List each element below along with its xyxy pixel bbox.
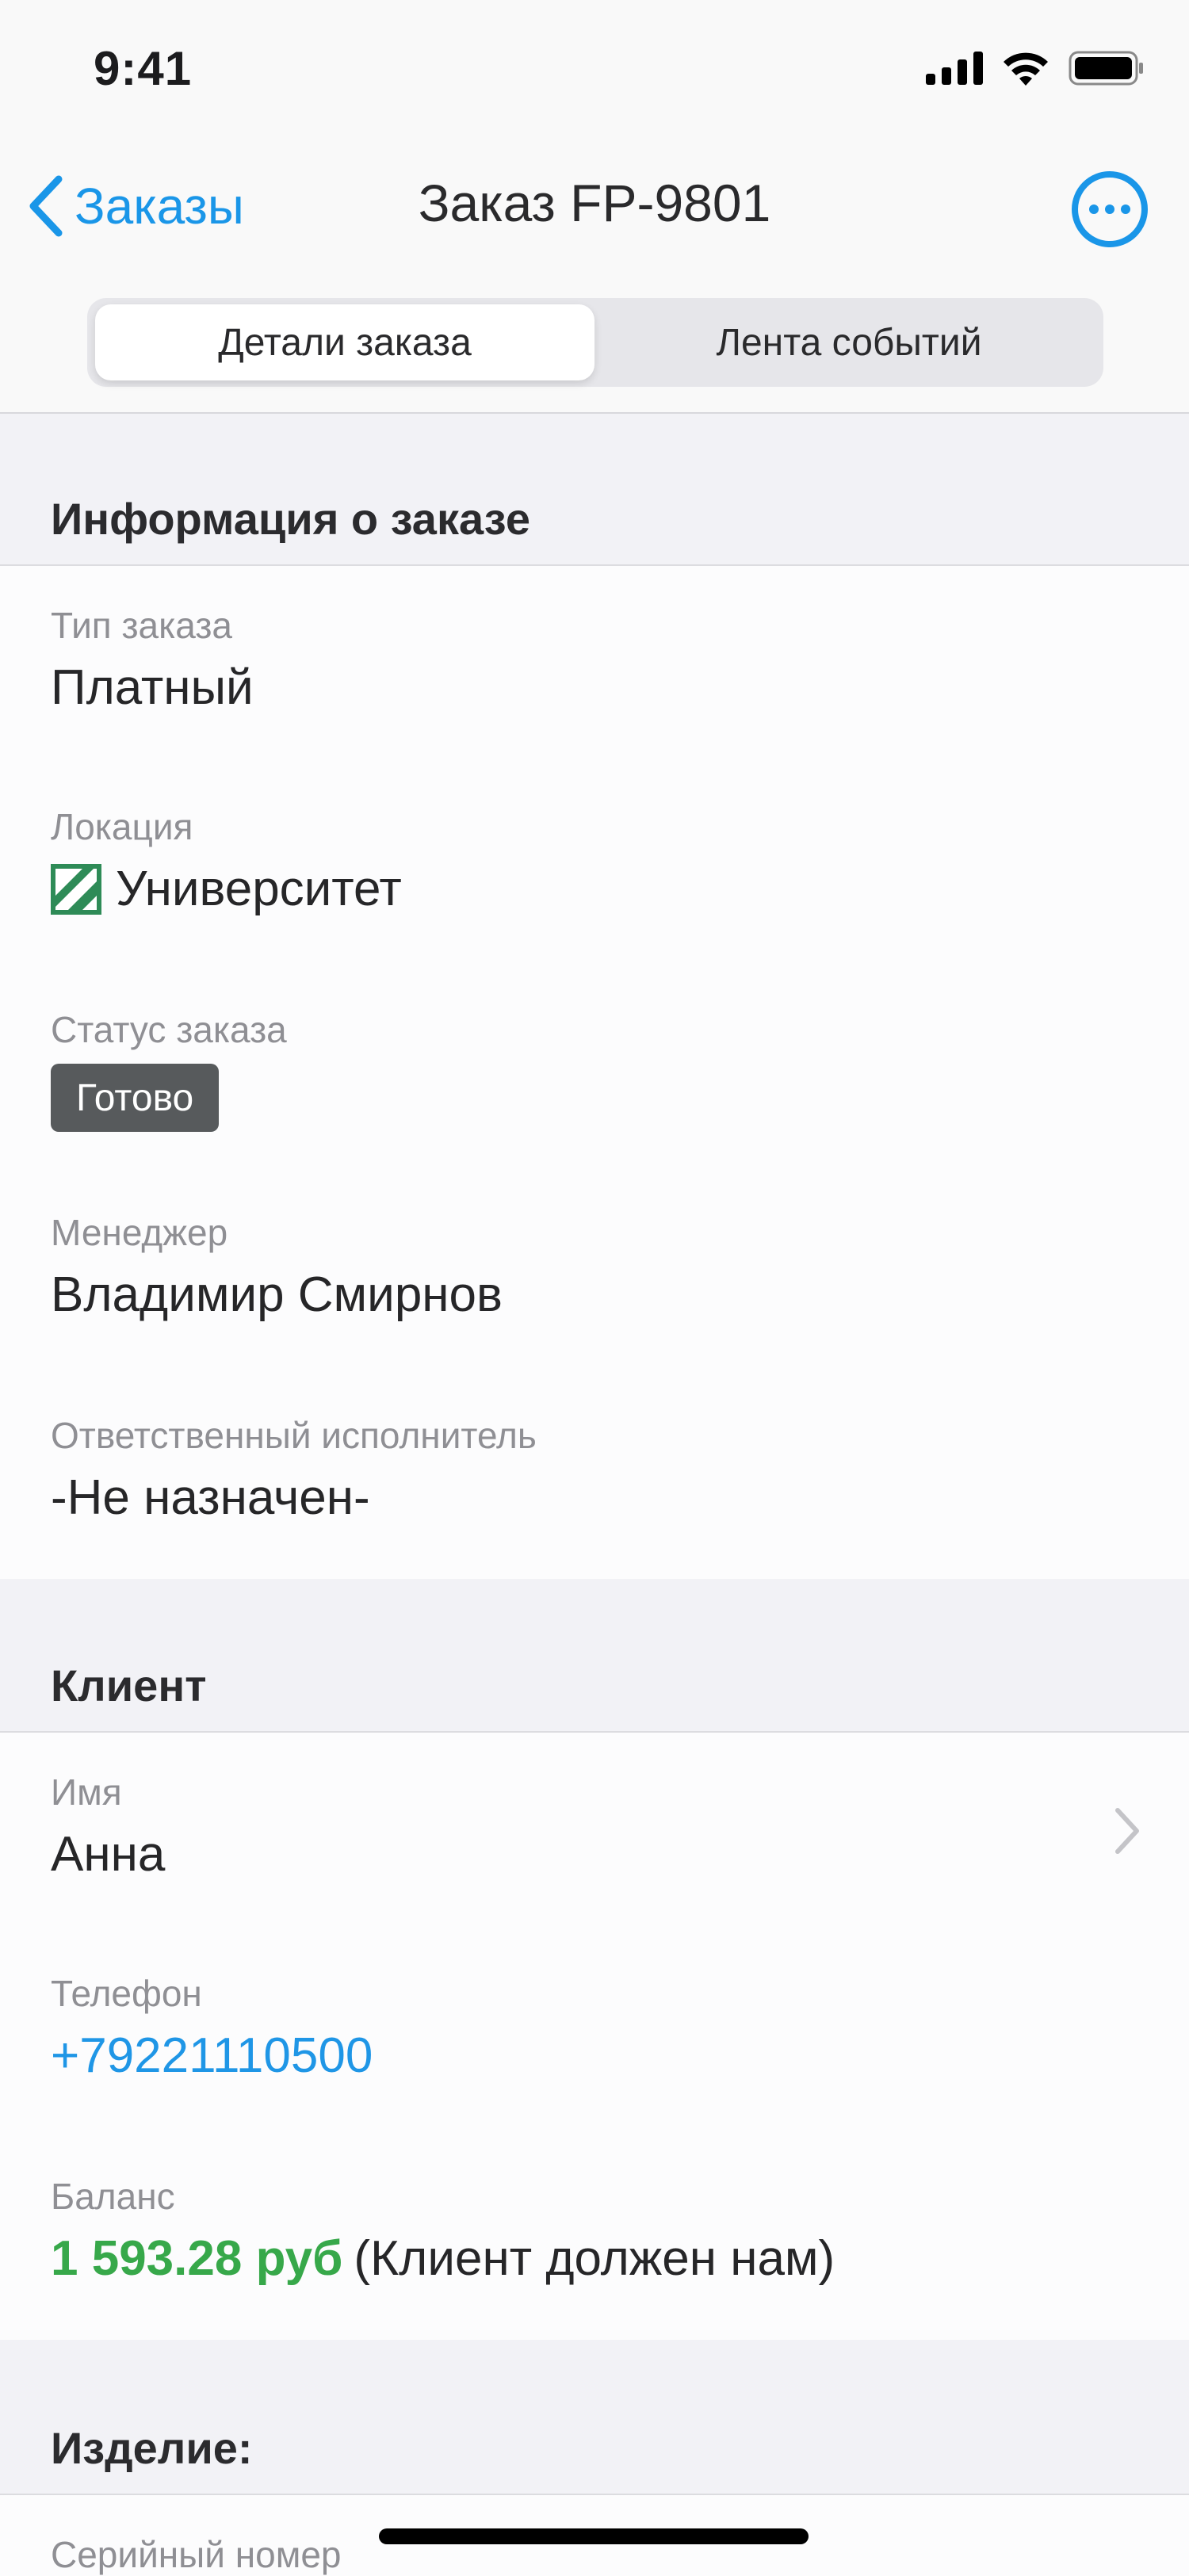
segmented-control: Детали заказа Лента событий — [87, 298, 1103, 387]
serial-number-label: Серийный номер — [51, 2534, 342, 2575]
manager-value: Владимир Смирнов — [51, 1267, 503, 1323]
client-phone-link[interactable]: +79221110500 — [51, 2028, 373, 2084]
row-client-phone[interactable]: Телефон +79221110500 — [0, 1934, 1189, 2138]
row-assignee[interactable]: Ответственный исполнитель -Не назначен- — [0, 1376, 1189, 1580]
balance-note: (Клиент должен нам) — [354, 2231, 835, 2286]
assignee-value: -Не назначен- — [51, 1470, 370, 1526]
location-label: Локация — [51, 806, 193, 847]
tab-event-feed[interactable]: Лента событий — [602, 304, 1095, 380]
row-client-name[interactable]: Имя Анна — [0, 1731, 1189, 1937]
section-header-product: Изделие: — [0, 2340, 1189, 2494]
order-type-text: Платный — [51, 660, 254, 715]
section-title-order-info: Информация о заказе — [51, 494, 531, 544]
client-balance-value: 1 593.28 руб (Клиент должен нам) — [51, 2230, 835, 2287]
status-icons — [926, 51, 1145, 86]
tab-order-details[interactable]: Детали заказа — [95, 304, 594, 380]
cellular-signal-icon — [926, 52, 983, 85]
manager-text: Владимир Смирнов — [51, 1267, 503, 1322]
wifi-icon — [1004, 52, 1048, 86]
section-title-client: Клиент — [51, 1661, 207, 1710]
client-name-label: Имя — [51, 1771, 122, 1813]
battery-icon — [1069, 51, 1143, 86]
manager-label: Менеджер — [51, 1212, 228, 1253]
location-text: Университет — [116, 862, 402, 916]
section-header-order-info: Информация о заказе — [0, 414, 1189, 564]
order-type-label: Тип заказа — [51, 605, 233, 646]
section-title-product: Изделие: — [51, 2423, 253, 2473]
assignee-label: Ответственный исполнитель — [51, 1415, 537, 1456]
balance-amount: 1 593.28 руб — [51, 2231, 343, 2286]
row-location[interactable]: Локация Университет — [0, 767, 1189, 972]
navigation-bar: Заказы Заказ FP-9801 Детали заказа Лента… — [0, 135, 1189, 414]
row-order-type[interactable]: Тип заказа Платный — [0, 564, 1189, 770]
striped-square-icon — [51, 863, 101, 915]
ellipsis-circle-icon — [1072, 171, 1148, 247]
order-type-value: Платный — [51, 659, 254, 716]
page-title: Заказ FP-9801 — [418, 174, 771, 232]
row-order-status[interactable]: Статус заказа Готово — [0, 970, 1189, 1175]
status-badge: Готово — [51, 1064, 220, 1132]
assignee-text: -Не назначен- — [51, 1470, 370, 1525]
row-manager[interactable]: Менеджер Владимир Смирнов — [0, 1173, 1189, 1378]
section-header-client: Клиент — [0, 1579, 1189, 1731]
more-button[interactable] — [1070, 170, 1149, 253]
order-status-label: Статус заказа — [51, 1009, 287, 1050]
client-name-text: Анна — [51, 1827, 166, 1882]
client-phone-label: Телефон — [51, 1973, 202, 2014]
status-bar: 9:41 — [0, 0, 1189, 135]
client-balance-label: Баланс — [51, 2176, 175, 2217]
row-client-balance[interactable]: Баланс 1 593.28 руб (Клиент должен нам) — [0, 2137, 1189, 2341]
client-phone-text: +79221110500 — [51, 2028, 373, 2083]
status-time: 9:41 — [94, 42, 193, 95]
home-indicator[interactable] — [379, 2528, 809, 2544]
location-value: Университет — [51, 861, 402, 917]
client-name-value: Анна — [51, 1826, 165, 1882]
chevron-right-icon — [1115, 1808, 1139, 1854]
